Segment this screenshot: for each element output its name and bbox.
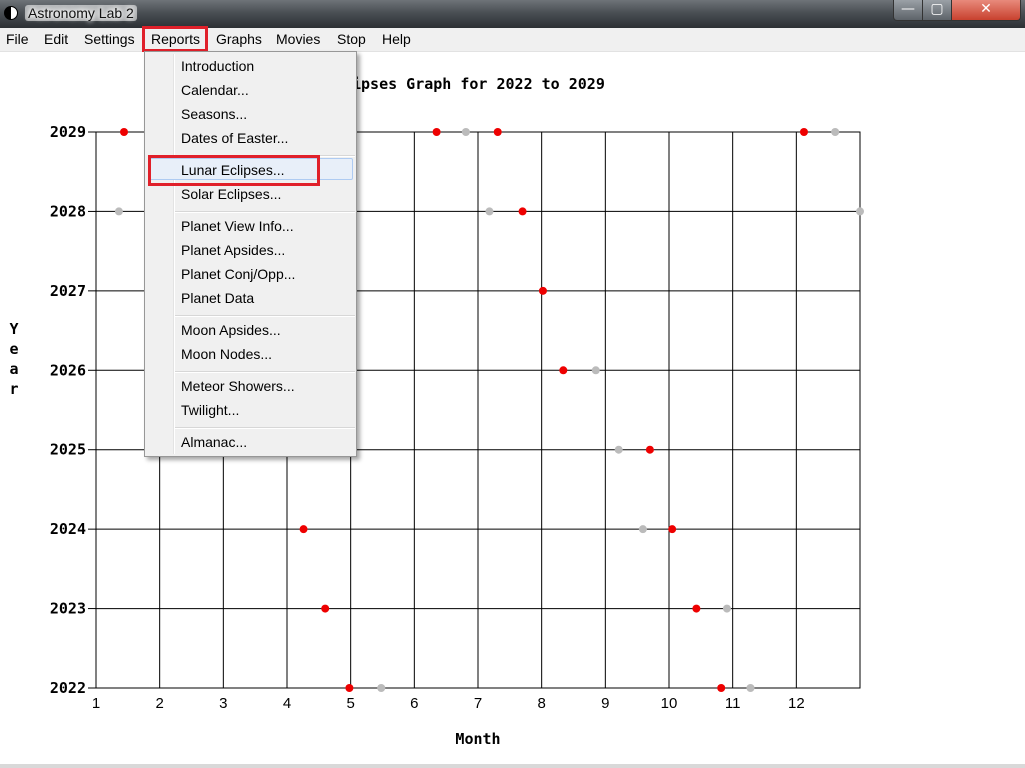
x-tick-labels: 1 2 3 4 5 6 7 8 9 10 11 12 [92, 695, 805, 712]
menu-graphs[interactable]: Graphs [216, 31, 262, 47]
y-tick-label: 2024 [50, 520, 86, 538]
red-eclipse-point [120, 128, 129, 136]
reports-menu-highlight [142, 26, 208, 52]
menu-item-solar-eclipses[interactable]: Solar Eclipses... [181, 186, 281, 202]
bottom-edge [0, 764, 1025, 768]
x-tick-label: 5 [346, 695, 354, 712]
x-tick-label: 2 [155, 695, 163, 712]
y-tick-label: 2027 [50, 282, 86, 300]
x-axis-label: Month [455, 730, 500, 748]
red-eclipse-point [668, 525, 677, 534]
menu-item-planet-view-info[interactable]: Planet View Info... [181, 218, 294, 234]
menu-item-seasons[interactable]: Seasons... [181, 106, 247, 122]
red-eclipse-point [299, 525, 308, 534]
menu-item-twilight[interactable]: Twilight... [181, 402, 239, 418]
y-tick-label: 2022 [50, 679, 86, 697]
menu-separator [175, 315, 355, 317]
gray-eclipse-point [831, 128, 840, 136]
close-button[interactable]: ✕ [951, 0, 1021, 21]
menu-item-moon-apsides[interactable]: Moon Apsides... [181, 322, 281, 338]
menu-item-planet-data[interactable]: Planet Data [181, 290, 254, 306]
y-axis-label-char: a [9, 360, 18, 378]
title-bar: Astronomy Lab 2 — ▢ ✕ [0, 0, 1025, 28]
red-eclipse-point [432, 128, 441, 136]
gray-eclipse-point [377, 684, 386, 692]
menu-separator [175, 371, 355, 373]
minimize-button[interactable]: — [893, 0, 923, 21]
x-tick-label: 6 [410, 695, 418, 712]
x-tick-label: 1 [92, 695, 100, 712]
y-tick-labels: 2022 2023 2024 2025 2026 2027 2028 2029 [50, 123, 86, 697]
menu-separator [175, 211, 355, 213]
window-title: Astronomy Lab 2 [25, 5, 137, 21]
x-tick-label: 11 [725, 695, 741, 712]
reports-dropdown: Introduction Calendar... Seasons... Dates o… [144, 51, 357, 457]
x-tick-label: 8 [537, 695, 545, 712]
gray-eclipse-point [746, 684, 755, 692]
gray-eclipse-point [485, 207, 494, 216]
y-axis-label: Year [9, 320, 18, 398]
menu-item-dates-of-easter[interactable]: Dates of Easter... [181, 130, 288, 146]
y-tick-label: 2023 [50, 600, 86, 618]
menu-item-moon-nodes[interactable]: Moon Nodes... [181, 346, 272, 362]
red-eclipse-point [559, 366, 568, 375]
red-eclipse-point [645, 445, 654, 454]
menu-stop[interactable]: Stop [337, 31, 366, 47]
menu-item-planet-conj-opp[interactable]: Planet Conj/Opp... [181, 266, 295, 282]
menu-file[interactable]: File [6, 31, 29, 47]
x-tick-label: 10 [661, 695, 678, 712]
y-tick-label: 2028 [50, 202, 86, 220]
y-tick-label: 2025 [50, 441, 86, 459]
gray-eclipse-point [461, 128, 470, 136]
menu-item-meteor-showers[interactable]: Meteor Showers... [181, 378, 295, 394]
lunar-eclipses-highlight [148, 155, 320, 186]
red-eclipse-point [345, 684, 354, 692]
red-eclipse-point [518, 207, 527, 216]
menu-edit[interactable]: Edit [44, 31, 68, 47]
red-eclipse-point [692, 604, 701, 613]
red-eclipse-point [717, 684, 726, 692]
menu-item-planet-apsides[interactable]: Planet Apsides... [181, 242, 285, 258]
gray-eclipse-point [591, 366, 600, 375]
maximize-button[interactable]: ▢ [922, 0, 952, 21]
app-moon-icon [4, 6, 18, 20]
x-tick-label: 12 [788, 695, 805, 712]
menu-item-almanac[interactable]: Almanac... [181, 434, 247, 450]
menu-settings[interactable]: Settings [84, 31, 135, 47]
red-eclipse-point [538, 286, 547, 295]
menu-item-calendar[interactable]: Calendar... [181, 82, 249, 98]
menu-help[interactable]: Help [382, 31, 411, 47]
red-eclipse-point [799, 128, 808, 136]
x-tick-label: 3 [219, 695, 227, 712]
y-axis-label-char: Y [9, 320, 18, 338]
x-tick-label: 9 [601, 695, 609, 712]
gray-eclipse-point [856, 207, 864, 216]
y-tick-label: 2026 [50, 361, 86, 379]
red-eclipse-point [493, 128, 502, 136]
gray-eclipse-point [638, 525, 647, 534]
menu-item-introduction[interactable]: Introduction [181, 58, 254, 74]
y-axis-label-char: r [9, 380, 18, 398]
gray-eclipse-point [722, 604, 731, 613]
gray-eclipse-point [114, 207, 123, 216]
x-tick-label: 4 [283, 695, 291, 712]
red-eclipse-point [321, 604, 330, 613]
y-tick-label: 2029 [50, 123, 86, 141]
y-axis-label-char: e [9, 340, 18, 358]
x-tick-label: 7 [474, 695, 482, 712]
menu-gutter [173, 54, 175, 454]
gray-eclipse-point [614, 445, 623, 454]
menu-movies[interactable]: Movies [276, 31, 320, 47]
chart-title: ipses Graph for 2022 to 2029 [352, 75, 605, 93]
menu-separator [175, 427, 355, 429]
